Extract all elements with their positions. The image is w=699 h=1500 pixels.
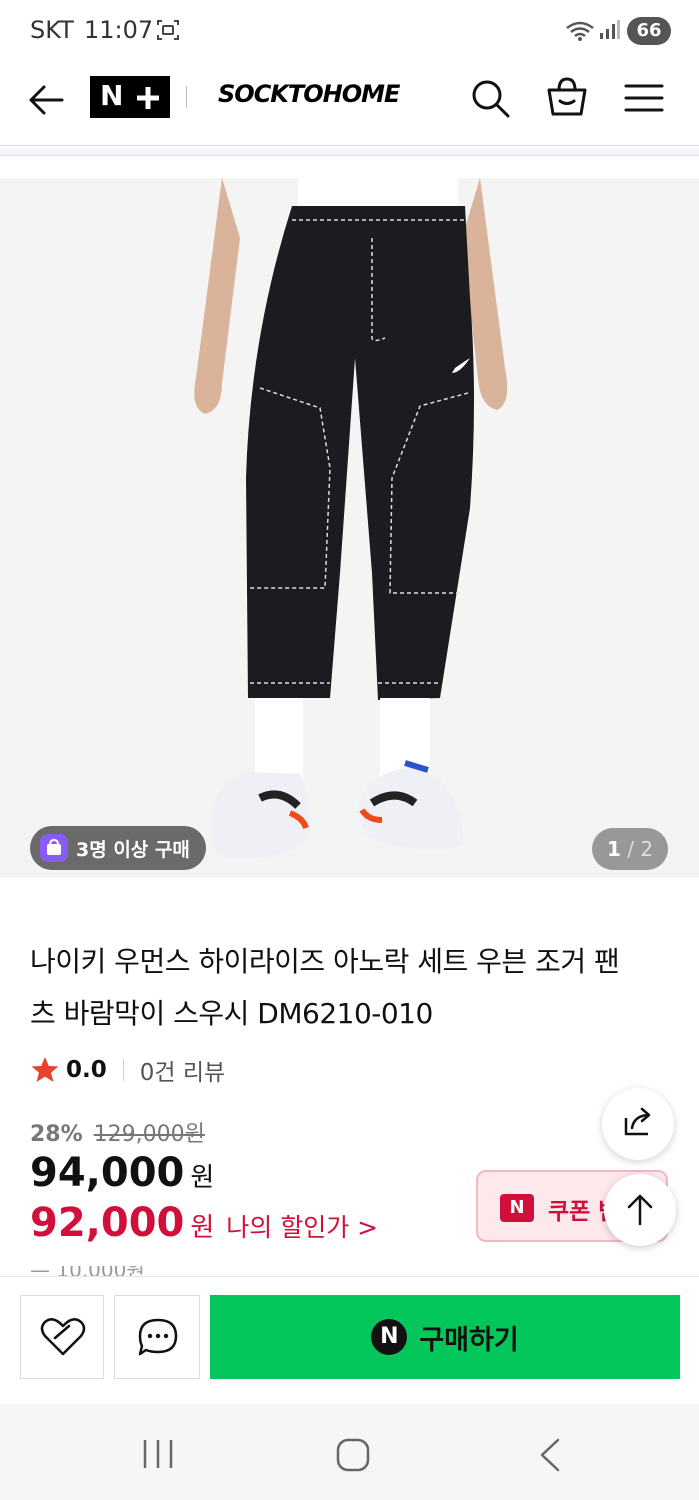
partial-info-text: — 10,000원 (30, 1266, 170, 1276)
product-photo (0, 178, 699, 878)
naver-n-icon: N (371, 1319, 408, 1355)
battery-indicator: 66 (627, 17, 671, 45)
nplus-plus-spacer (230, 76, 231, 77)
rating-value: 0.0 (66, 1057, 107, 1083)
heart-icon (40, 1318, 86, 1356)
product-title-line2: 츠 바람막이 스우시 DM6210-010 (30, 997, 433, 1030)
my-discount-link[interactable]: 나의 할인가 > (226, 1213, 378, 1242)
header-accent-strip (0, 148, 699, 156)
naver-plus-logo[interactable]: N (90, 76, 220, 118)
plus-icon (137, 87, 159, 109)
review-count[interactable]: 0건 리뷰 (140, 1053, 225, 1087)
purchase-bar: N 구매하기 (0, 1276, 699, 1404)
status-bar: SKT 11:07 66 (0, 0, 699, 60)
image-counter: 1 / 2 (592, 828, 668, 870)
search-icon[interactable] (468, 76, 512, 120)
group-purchase-label: 3명 이상 구매 (76, 838, 190, 861)
discount-row: 28% 129,000원 (30, 1116, 205, 1148)
group-purchase-badge: 3명 이상 구매 (30, 826, 206, 870)
rating-row[interactable]: 0.0 0건 리뷰 (30, 1054, 225, 1086)
sale-price-row: 94,000 원 (30, 1150, 214, 1200)
buy-button[interactable]: N 구매하기 (210, 1295, 680, 1379)
sale-price-unit: 원 (190, 1163, 215, 1193)
chat-bubble-icon (138, 1318, 178, 1356)
discount-rate: 28% (30, 1122, 83, 1147)
clock: 11:07 (84, 16, 154, 44)
talk-button[interactable] (114, 1295, 200, 1379)
home-icon[interactable] (330, 1432, 376, 1478)
product-title: 나이키 우먼스 하이라이즈 아노락 세트 우븐 조거 팬 츠 바람막이 스우시 … (30, 936, 670, 1040)
product-title-line1: 나이키 우먼스 하이라이즈 아노락 세트 우븐 조거 팬 (30, 945, 620, 978)
signal-icon (600, 20, 620, 39)
share-button[interactable] (602, 1088, 674, 1160)
scroll-top-button[interactable] (604, 1174, 676, 1246)
star-icon (31, 1057, 59, 1082)
my-price-row[interactable]: 92,000 원 나의 할인가 > (30, 1200, 378, 1250)
carrier-label: SKT (30, 16, 74, 44)
top-navigation: N SOCKTOHOME (0, 60, 699, 146)
product-image-gallery[interactable] (0, 178, 699, 878)
my-price: 92,000 (30, 1200, 185, 1246)
screen-capture-icon (157, 20, 179, 40)
system-navigation-bar (0, 1404, 699, 1500)
share-icon (624, 1107, 651, 1136)
sale-price: 94,000 (30, 1150, 185, 1196)
purple-bag-icon (40, 834, 68, 862)
coupon-n-logo: N (500, 1194, 534, 1222)
arrow-up-icon (627, 1194, 653, 1226)
store-brand-logo[interactable]: SOCKTOHOME (218, 80, 400, 108)
image-separator: / (620, 837, 641, 861)
wishlist-button[interactable] (20, 1295, 104, 1379)
my-price-unit: 원 (190, 1213, 215, 1243)
header-divider (186, 86, 187, 108)
nplus-logo-letter: N (100, 79, 124, 112)
wifi-icon (566, 21, 594, 41)
image-total: 2 (640, 837, 654, 861)
system-back-icon[interactable] (530, 1432, 570, 1478)
original-price: 129,000원 (93, 1122, 205, 1147)
partial-info-label: — 10,000원 (30, 1266, 170, 1276)
rating-divider (122, 1059, 124, 1081)
back-arrow-icon[interactable] (24, 78, 68, 122)
hamburger-menu-icon[interactable] (622, 76, 666, 120)
buy-label: 구매하기 (419, 1324, 519, 1356)
image-current: 1 (606, 837, 621, 861)
shopping-bag-icon[interactable] (544, 74, 590, 120)
recent-apps-icon[interactable] (136, 1434, 180, 1474)
